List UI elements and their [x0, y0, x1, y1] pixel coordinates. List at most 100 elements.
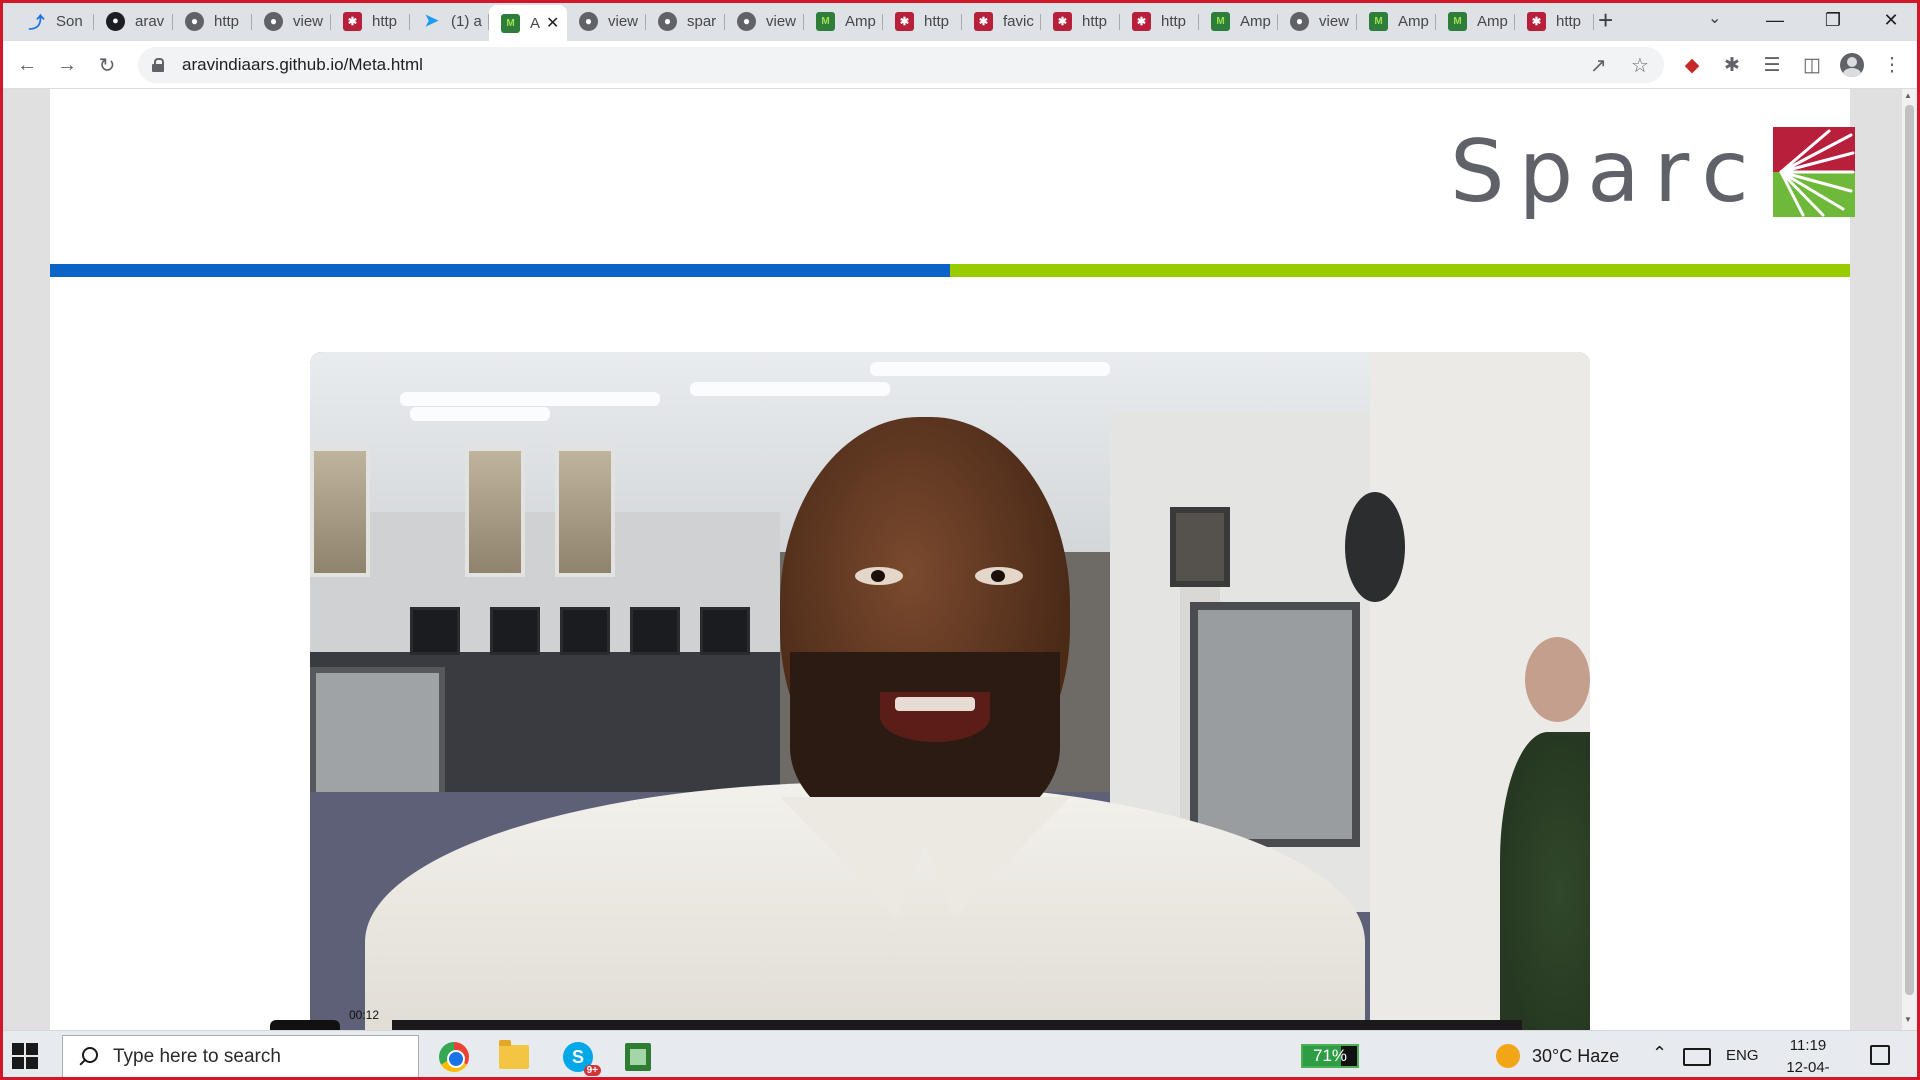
globe-icon: ●	[264, 11, 283, 31]
browser-tab[interactable]: ● view	[725, 5, 804, 37]
logo-burst-icon	[1772, 127, 1855, 217]
page-viewport: Sparc 00:12	[0, 89, 1920, 1030]
show-hidden-icons-chevron-icon[interactable]: ⌃	[1652, 1043, 1667, 1064]
browser-tab[interactable]: ✱ http	[1515, 5, 1594, 37]
video-player[interactable]	[310, 352, 1590, 1030]
menu-kebab-icon[interactable]: ⋮	[1878, 51, 1906, 79]
minimize-button[interactable]: —	[1746, 0, 1804, 41]
scroll-up-arrow-icon[interactable]: ▲	[1904, 91, 1912, 100]
keyboard-icon[interactable]	[1683, 1048, 1711, 1066]
logo-wordmark: Sparc	[1450, 122, 1763, 222]
github-icon: ●	[106, 11, 125, 31]
browser-tab[interactable]: ● spar	[646, 5, 725, 37]
header-stripe-blue	[50, 264, 950, 277]
windows-start-icon[interactable]	[12, 1043, 38, 1069]
sparc-icon: ✱	[1053, 11, 1072, 31]
arrow-icon: ⤴	[28, 15, 45, 32]
media-queue-icon[interactable]: ☰	[1758, 51, 1786, 79]
browser-tab[interactable]: ✱ http	[331, 5, 410, 37]
browser-tab[interactable]: ● arav	[94, 5, 173, 37]
windows-taskbar: Type here to search S 9+ 71% 30°C Haze ⌃ …	[0, 1030, 1920, 1080]
haze-sun-icon	[1496, 1044, 1520, 1068]
taskbar-clock[interactable]: 11:19 12-04-2023	[1770, 1035, 1846, 1080]
chrome-taskbar-icon[interactable]	[436, 1039, 472, 1075]
tab-title: http	[372, 12, 398, 30]
sparc-icon: ✱	[974, 11, 993, 31]
browser-tab[interactable]: ⤴ Son	[15, 5, 94, 37]
tab-title: view	[608, 12, 639, 30]
weather-widget[interactable]: 30°C Haze	[1496, 1044, 1619, 1068]
sparc-logo: Sparc	[1450, 122, 1855, 222]
share-icon[interactable]: ↗	[1590, 53, 1607, 78]
globe-icon: ●	[1290, 11, 1309, 31]
tab-title: arav	[135, 12, 165, 30]
browser-tab[interactable]: ✱ favic	[962, 5, 1041, 37]
reload-button[interactable]: ↻	[92, 50, 122, 80]
tab-title: view	[766, 12, 797, 30]
input-language[interactable]: ENG	[1726, 1047, 1759, 1064]
window-controls: — ❐ ✕	[1746, 0, 1920, 41]
video-progress-thumb[interactable]	[270, 1020, 340, 1030]
tab-title: Amp	[1240, 12, 1271, 30]
tab-title: (1) a	[451, 12, 482, 30]
url-text[interactable]: aravindiaars.github.io/Meta.html	[182, 55, 423, 75]
file-explorer-icon[interactable]	[496, 1039, 532, 1075]
tab-search-chevron-icon[interactable]: ⌄	[1708, 8, 1721, 28]
extensions-puzzle-icon[interactable]: ✱	[1718, 51, 1746, 79]
extension-shield-icon[interactable]: ◆	[1678, 51, 1706, 79]
spreadsheet-app-icon[interactable]	[620, 1039, 656, 1075]
amp-icon: M	[1448, 11, 1467, 31]
side-panel-icon[interactable]: ◫	[1798, 51, 1826, 79]
close-window-button[interactable]: ✕	[1862, 0, 1920, 41]
scrollbar-thumb[interactable]	[1905, 105, 1914, 995]
browser-tab[interactable]: M Amp	[1199, 5, 1278, 37]
sparc-icon: ✱	[343, 11, 362, 31]
forward-button[interactable]: →	[52, 50, 82, 80]
browser-tab[interactable]: ✱ http	[1120, 5, 1199, 37]
tab-title: http	[924, 12, 950, 30]
browser-tab[interactable]: ● view	[567, 5, 646, 37]
video-current-time: 00:12	[349, 1008, 380, 1022]
amp-icon: M	[1211, 11, 1230, 31]
back-button[interactable]: ←	[12, 50, 42, 80]
restore-button[interactable]: ❐	[1804, 0, 1862, 41]
address-bar[interactable]: aravindiaars.github.io/Meta.html ↗ ☆	[138, 47, 1664, 83]
new-tab-button[interactable]: +	[1598, 6, 1613, 34]
browser-tab[interactable]: ➤ (1) a	[410, 5, 489, 37]
tab-title: view	[293, 12, 324, 30]
notifications-icon[interactable]	[1870, 1045, 1890, 1065]
lock-icon	[152, 58, 164, 72]
browser-tab[interactable]: M Amp	[1436, 5, 1515, 37]
profile-avatar-icon[interactable]	[1838, 51, 1866, 79]
tab-strip: ⤴ Son ● arav ● http ● view ✱ http ➤ (1) a M A ✕ ● view ● s…	[0, 0, 1920, 41]
browser-tab[interactable]: ✱ http	[883, 5, 962, 37]
skype-icon[interactable]: S 9+	[560, 1039, 601, 1076]
scroll-down-arrow-icon[interactable]: ▼	[1904, 1015, 1912, 1024]
amp-icon: M	[1369, 11, 1388, 31]
browser-tab[interactable]: M A ✕	[489, 5, 567, 41]
tab-title: Son	[56, 12, 83, 30]
search-placeholder: Type here to search	[113, 1046, 281, 1067]
bookmark-star-icon[interactable]: ☆	[1631, 53, 1649, 78]
battery-indicator[interactable]: 71%	[1301, 1044, 1359, 1068]
tab-title: spar	[687, 12, 717, 30]
sparc-icon: ✱	[1527, 11, 1546, 31]
browser-tab[interactable]: ● http	[173, 5, 252, 37]
tab-title: favic	[1003, 12, 1034, 30]
tab-list: ⤴ Son ● arav ● http ● view ✱ http ➤ (1) a M A ✕ ● view ● s…	[15, 5, 1594, 41]
tab-title: http	[1556, 12, 1582, 30]
browser-tab[interactable]: M Amp	[1357, 5, 1436, 37]
globe-icon: ●	[658, 11, 677, 31]
sparc-icon: ✱	[1132, 11, 1151, 31]
browser-tab[interactable]: ● view	[252, 5, 331, 37]
browser-tab[interactable]: ● view	[1278, 5, 1357, 37]
browser-tab[interactable]: ✱ http	[1041, 5, 1120, 37]
vertical-scrollbar[interactable]: ▲ ▼	[1902, 89, 1917, 1030]
amp-icon: M	[501, 13, 520, 33]
taskbar-search-input[interactable]: Type here to search	[62, 1035, 419, 1079]
browser-tab[interactable]: M Amp	[804, 5, 883, 37]
tab-close-icon[interactable]: ✕	[546, 13, 559, 33]
video-progress-bar[interactable]	[392, 1020, 1522, 1030]
tab-title: view	[1319, 12, 1350, 30]
search-icon	[77, 1046, 99, 1068]
